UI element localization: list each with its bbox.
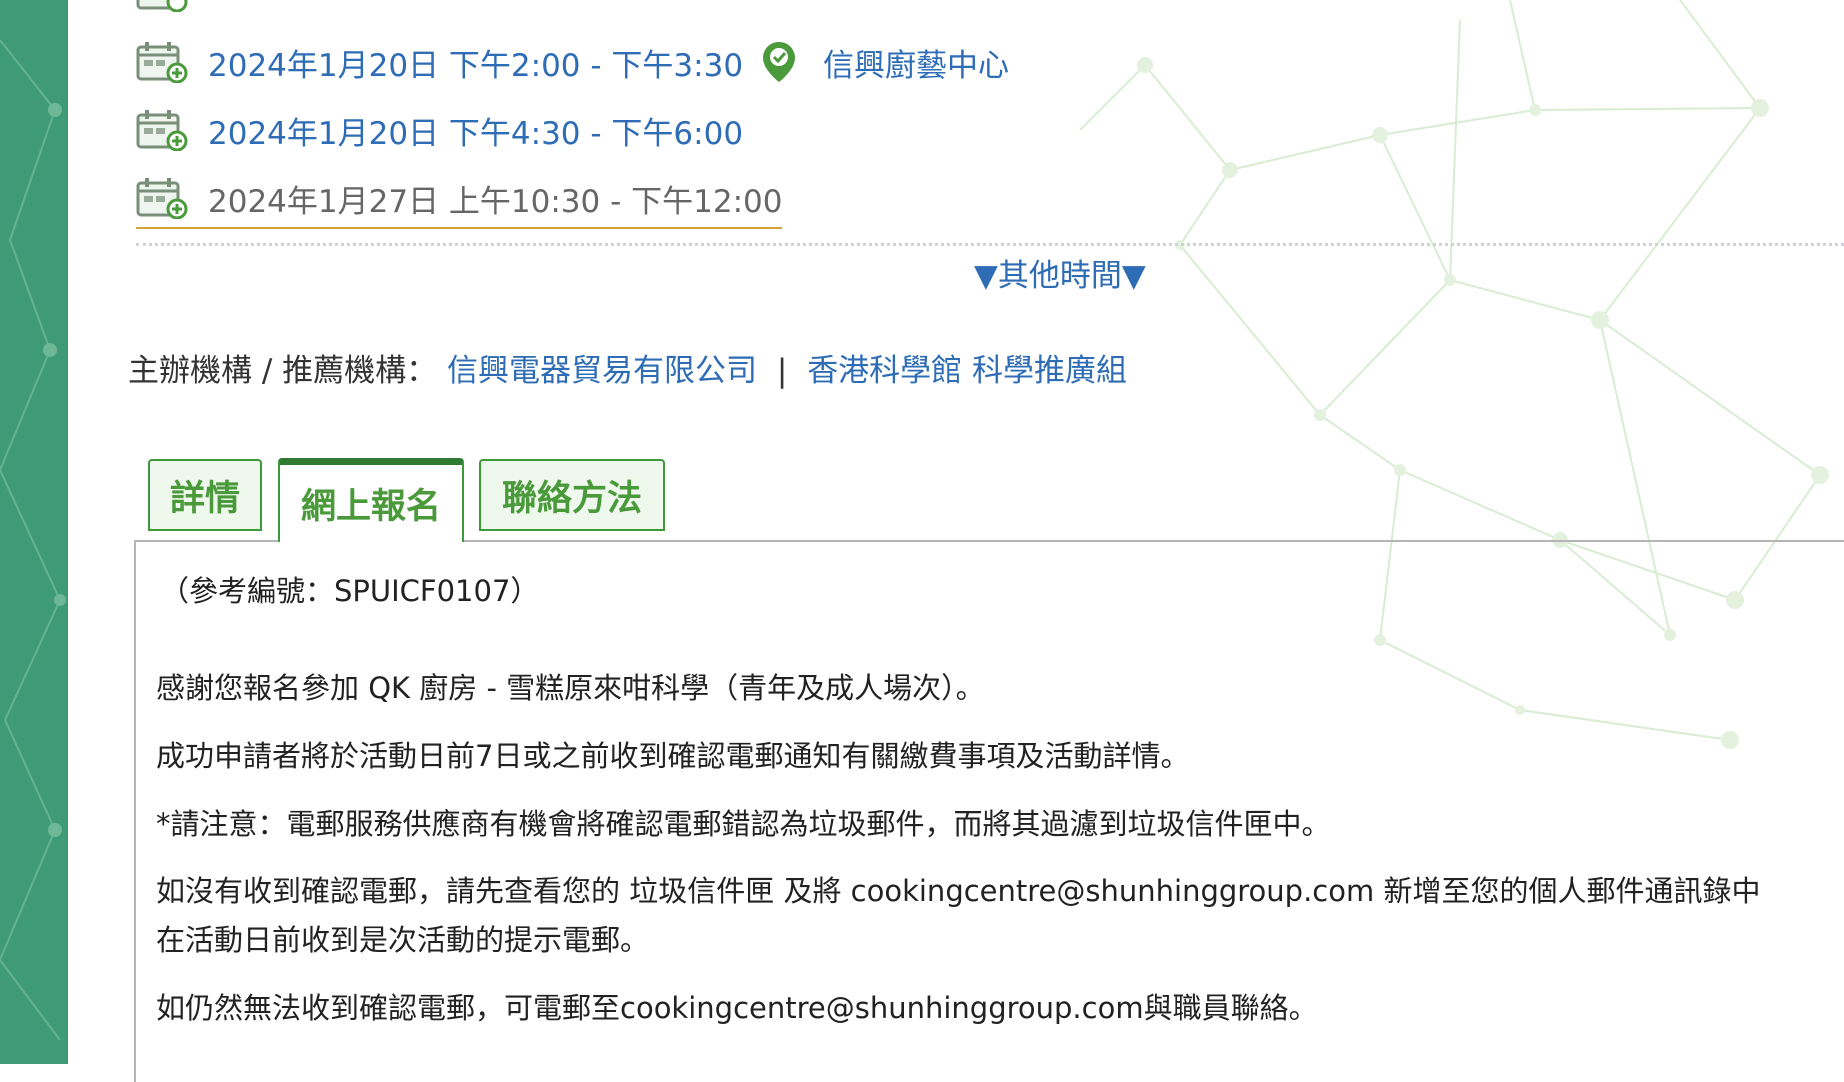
content-line-reminder: 在活動日前收到是次活動的提示電郵。: [156, 923, 650, 957]
session-datetime[interactable]: 2024年1月20日 下午2:00 - 下午3:30: [208, 40, 743, 85]
tab-details[interactable]: 詳情: [148, 459, 262, 531]
session-datetime[interactable]: 2024年1月27日 上午10:30 - 下午12:00: [208, 176, 782, 221]
session-row-partial[interactable]: [136, 0, 208, 16]
calendar-add-icon: [136, 110, 188, 151]
session-row-2[interactable]: 2024年1月20日 下午4:30 - 下午6:00: [136, 105, 743, 155]
content-line-notice: *請注意：電郵服務供應商有機會將確認電郵錯認為垃圾郵件，而將其過濾到垃圾信件匣中…: [156, 807, 1331, 841]
calendar-add-icon: [136, 0, 188, 12]
session-datetime[interactable]: 2024年1月20日 下午4:30 - 下午6:00: [208, 108, 743, 153]
calendar-add-icon: [136, 42, 188, 83]
more-times-toggle[interactable]: ▼其他時間▼: [974, 250, 1146, 295]
content-line-confirmation: 成功申請者將於活動日前7日或之前收到確認電郵通知有關繳費事項及活動詳情。: [156, 739, 1190, 773]
tab-online-registration[interactable]: 網上報名: [278, 458, 464, 542]
organizer-line: 主辦機構 / 推薦機構： 信興電器貿易有限公司 | 香港科學館 科學推廣組: [128, 345, 1127, 390]
content-line-contact-staff: 如仍然無法收到確認電郵，可電郵至cookingcentre@shunhinggr…: [156, 991, 1318, 1025]
dotted-divider: [136, 243, 1844, 246]
selected-underline: [136, 227, 783, 229]
session-row-1[interactable]: 2024年1月20日 下午2:00 - 下午3:30 信興廚藝中心: [136, 37, 1009, 87]
organizer-link-1[interactable]: 信興電器貿易有限公司: [447, 353, 757, 389]
calendar-add-icon: [136, 178, 188, 219]
organizer-label: 主辦機構 / 推薦機構：: [128, 353, 438, 389]
organizer-link-2[interactable]: 香港科學館 科學推廣組: [807, 353, 1127, 389]
location-pin-icon: [763, 42, 796, 82]
content-line-thanks: 感謝您報名參加 QK 廚房 - 雪糕原來咁科學（青年及成人場次）。: [156, 671, 985, 705]
reference-number: （參考編號：SPUICF0107）: [160, 574, 540, 608]
organizer-separator: |: [776, 353, 788, 389]
session-row-3-selected[interactable]: 2024年1月27日 上午10:30 - 下午12:00: [136, 173, 783, 229]
session-location-link[interactable]: 信興廚藝中心: [823, 40, 1009, 85]
left-decorative-band: [0, 0, 68, 1064]
network-pattern-icon: [0, 39, 66, 1041]
tab-contact[interactable]: 聯絡方法: [479, 459, 665, 531]
content-line-check-junk: 如沒有收到確認電郵，請先查看您的 垃圾信件匣 及將 cookingcentre@…: [156, 874, 1761, 908]
